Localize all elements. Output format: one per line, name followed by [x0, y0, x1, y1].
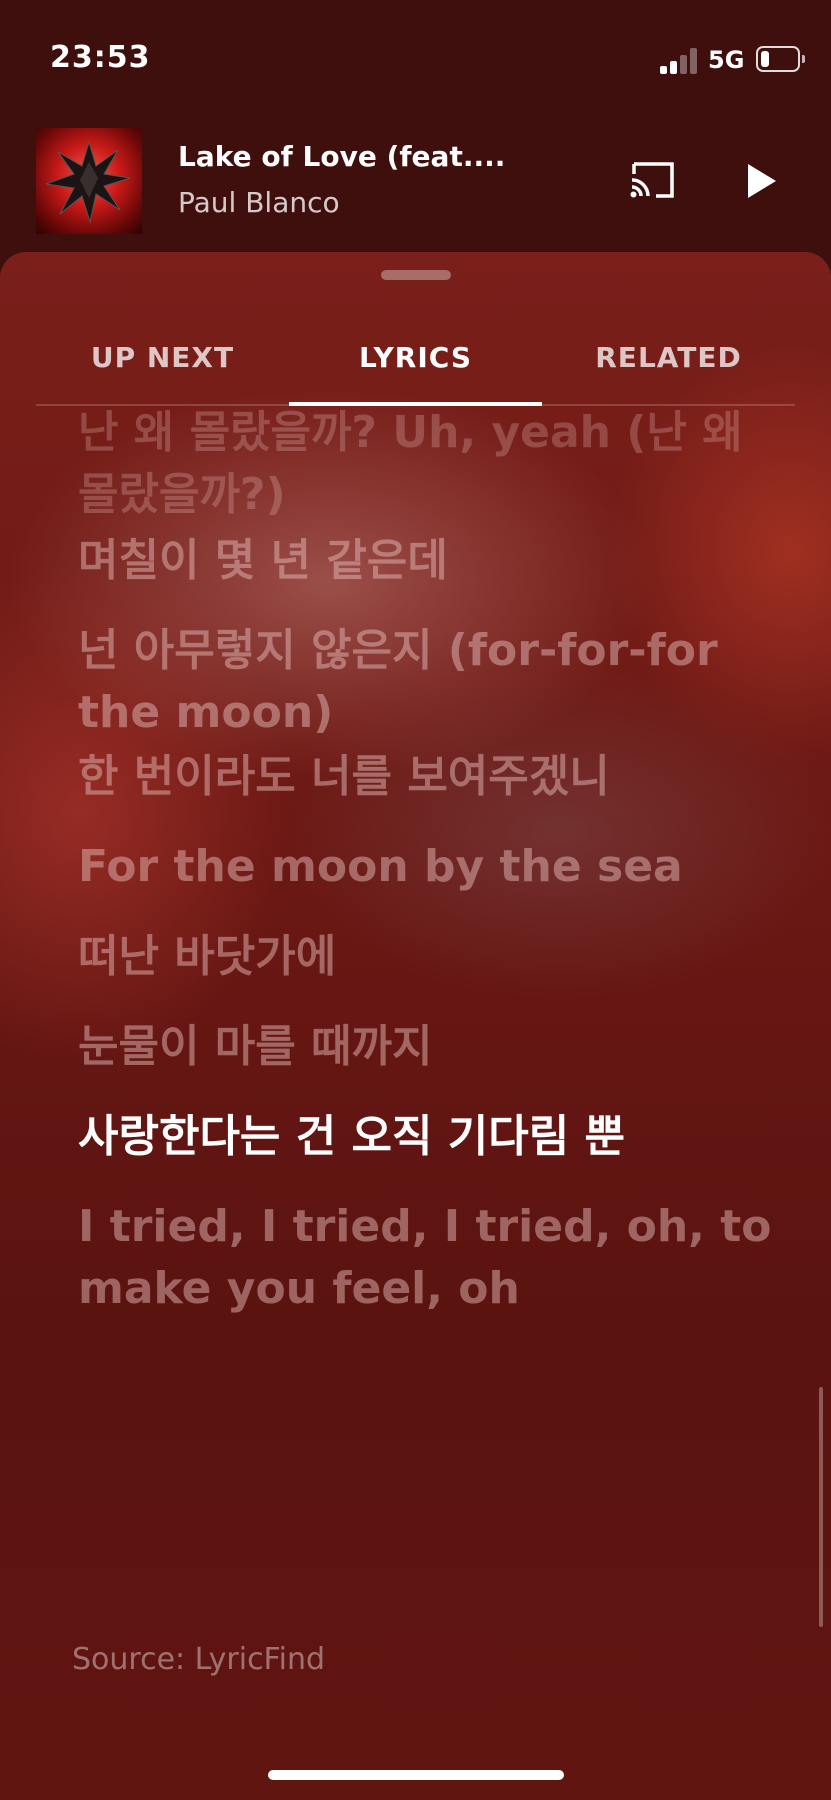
album-art[interactable]	[36, 128, 142, 234]
lyric-line: 며칠이 몇 년 같은데	[78, 535, 448, 586]
lyric-line: 난 왜 몰랐을까? Uh, yeah (난 왜 몰랐을까?)	[78, 407, 743, 520]
signal-icon	[660, 48, 700, 74]
battery-icon	[756, 46, 805, 72]
tab-bar: UP NEXT LYRICS RELATED	[36, 322, 795, 406]
battery-level	[761, 51, 769, 67]
cast-icon	[630, 162, 674, 198]
lyric-line: For the moon by the sea	[78, 841, 683, 892]
lyric-line-current: 사랑한다는 건 오직 기다림 뿐	[78, 1111, 626, 1162]
mini-player[interactable]: Lake of Love (feat.... Paul Blanco	[0, 120, 831, 250]
play-icon	[748, 164, 776, 198]
artist-name[interactable]: Paul Blanco	[178, 186, 340, 219]
tab-lyrics[interactable]: LYRICS	[289, 322, 542, 404]
now-playing-sheet: UP NEXT LYRICS RELATED 난 왜 몰랐을까? Uh, yea…	[0, 252, 831, 1800]
song-title[interactable]: Lake of Love (feat....	[178, 140, 518, 173]
lyrics-panel[interactable]: 난 왜 몰랐을까? Uh, yeah (난 왜 몰랐을까?) 며칠이 몇 년 같…	[0, 406, 831, 1696]
lyric-line: 눈물이 마를 때까지	[78, 1021, 433, 1072]
lyric-line: 떠난 바닷가에	[78, 931, 337, 982]
tab-up-next[interactable]: UP NEXT	[36, 322, 289, 404]
lyric-line: I tried, I tried, I tried, oh, to make y…	[78, 1201, 772, 1314]
status-time: 23:53	[50, 40, 151, 75]
drag-handle[interactable]	[381, 270, 451, 280]
play-button[interactable]	[742, 156, 782, 206]
scrollbar[interactable]	[819, 1387, 823, 1627]
cast-button[interactable]	[628, 158, 678, 204]
status-bar: 23:53 5G	[0, 0, 831, 120]
lyric-line: 한 번이라도 너를 보여주겠니	[78, 751, 610, 802]
tab-related[interactable]: RELATED	[542, 322, 795, 404]
lyrics-source: Source: LyricFind	[72, 1642, 326, 1677]
home-indicator[interactable]	[268, 1770, 564, 1780]
lyric-line: 넌 아무렇지 않은지 (for-for-for the moon)	[78, 625, 718, 738]
network-type: 5G	[708, 46, 745, 74]
